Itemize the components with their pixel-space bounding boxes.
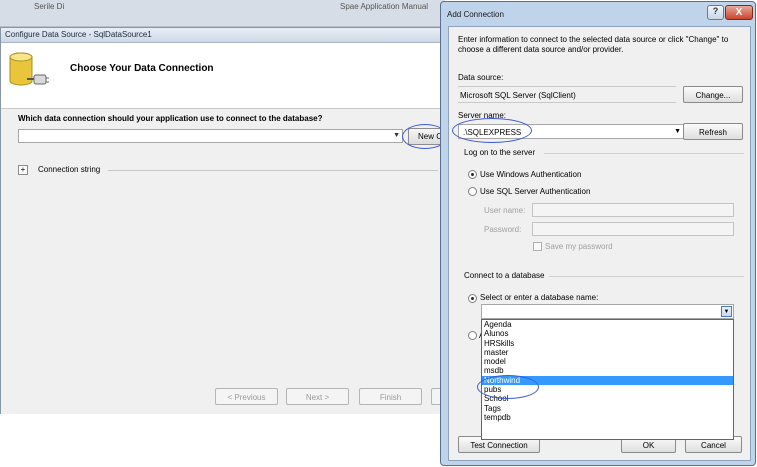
select-database-radio[interactable] [468,294,477,303]
page-title: Choose Your Data Connection [70,63,214,74]
database-name-combobox[interactable]: ▼ [481,304,734,319]
logon-group-label: Log on to the server [464,148,536,157]
close-button[interactable]: X [725,5,753,20]
windows-auth-label: Use Windows Authentication [480,170,582,179]
toolbar-fragment: Serile Di [34,2,65,11]
sql-auth-radio[interactable] [468,187,477,196]
background-toolbar: Serile Di Spae Application Manual [0,0,445,27]
attach-database-radio[interactable] [468,331,477,340]
finish-button[interactable]: Finish [359,388,422,405]
data-source-value: Microsoft SQL Server (SqlClient) [458,86,676,103]
user-name-input[interactable] [532,203,734,217]
dialog-title: Add Connection [447,10,504,19]
chevron-down-icon: ▼ [393,132,400,139]
list-item[interactable]: HRSkills [482,339,733,348]
connection-question: Which data connection should your applic… [18,114,323,123]
change-button[interactable]: Change... [683,86,743,103]
list-item[interactable]: Tags [482,404,733,413]
list-item[interactable]: Alunos [482,329,733,338]
annotation-circle [452,118,532,143]
previous-button[interactable]: < Previous [215,388,278,405]
annotation-circle [477,375,539,399]
list-item[interactable]: Agenda [482,320,733,329]
refresh-button[interactable]: Refresh [683,123,743,140]
divider [549,276,744,277]
password-label: Password: [484,225,522,234]
user-name-label: User name: [484,206,526,215]
list-item[interactable]: model [482,357,733,366]
toolbar-fragment: Spae Application Manual [340,2,429,11]
connect-group-label: Connect to a database [464,271,545,280]
configure-data-source-window: Configure Data Source - SqlDataSource1 C… [0,27,448,414]
help-button[interactable]: ? [707,5,724,20]
list-item[interactable]: master [482,348,733,357]
intro-text: Enter information to connect to the sele… [458,35,729,54]
save-password-checkbox[interactable] [533,242,542,251]
save-password-label: Save my password [545,242,613,251]
select-database-label: Select or enter a database name: [480,293,599,302]
data-source-label: Data source: [458,73,504,82]
list-item[interactable]: msdb [482,366,733,375]
sql-auth-label: Use SQL Server Authentication [480,187,591,196]
divider [108,170,438,171]
next-button[interactable]: Next > [286,388,349,405]
wizard-header: Choose Your Data Connection [1,43,441,109]
data-connection-dropdown[interactable]: ▼ [18,129,403,143]
password-input[interactable] [532,222,734,236]
windows-auth-radio[interactable] [468,170,477,179]
add-connection-dialog: Add Connection ? X Enter information to … [440,1,756,466]
window-title: Configure Data Source - SqlDataSource1 [1,28,441,43]
expand-icon[interactable]: + [18,165,28,175]
database-icon [7,49,49,95]
list-item[interactable]: tempdb [482,413,733,422]
wizard-body: Which data connection should your applic… [1,109,448,414]
chevron-down-icon: ▼ [674,128,681,135]
connection-string-label: Connection string [38,165,101,174]
chevron-down-icon[interactable]: ▼ [721,306,732,317]
divider [544,153,744,154]
